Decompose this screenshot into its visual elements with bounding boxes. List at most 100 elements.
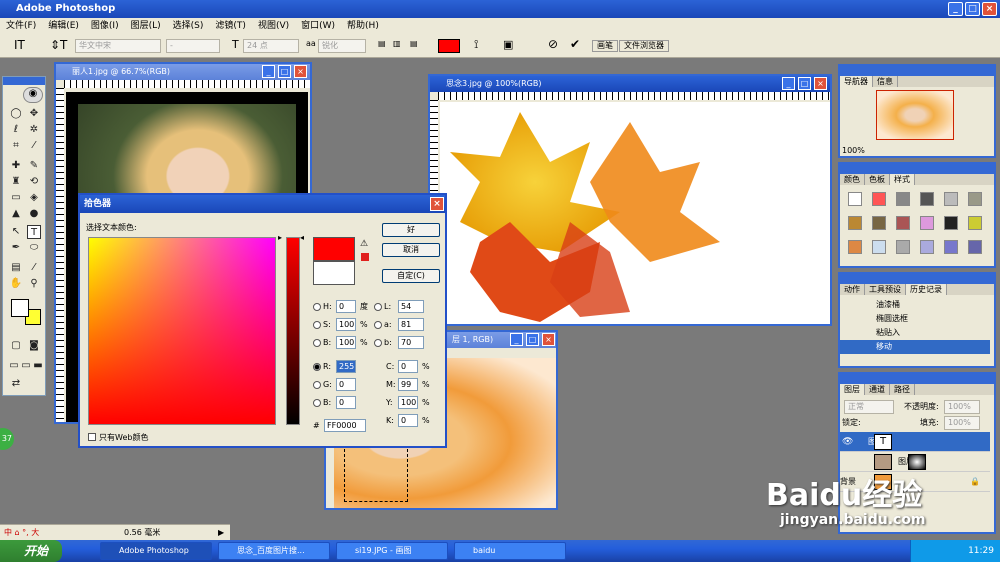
l-field[interactable]: 54: [398, 300, 424, 313]
close-button[interactable]: ×: [982, 2, 997, 16]
fill-field[interactable]: 100%: [944, 416, 980, 430]
start-button[interactable]: 开始: [0, 540, 62, 562]
style-swatch[interactable]: [872, 216, 886, 230]
history-item-active[interactable]: 移动: [840, 340, 990, 354]
crop-tool-icon[interactable]: ⌗: [9, 139, 23, 153]
foreground-color-swatch[interactable]: [11, 299, 29, 317]
slider-left-arrow-icon[interactable]: ▸: [278, 233, 282, 242]
font-size-select[interactable]: 24 点: [243, 39, 299, 53]
b-radio[interactable]: [313, 339, 321, 347]
style-swatch[interactable]: [968, 240, 982, 254]
type-tool-active-icon[interactable]: T: [27, 225, 41, 239]
align-center-icon[interactable]: ▥: [393, 39, 401, 48]
lab-b-radio[interactable]: [374, 339, 382, 347]
notes-tool-icon[interactable]: ▤: [9, 261, 23, 275]
r-field[interactable]: 255: [336, 360, 356, 373]
brush-tool-icon[interactable]: ✎: [27, 159, 41, 173]
layer-row[interactable]: 图层 1: [840, 452, 990, 472]
doc2-minimize-button[interactable]: _: [782, 77, 795, 90]
c-field[interactable]: 0: [398, 360, 418, 373]
paint-bucket-icon[interactable]: ◈: [27, 191, 41, 205]
h-field[interactable]: 0: [336, 300, 356, 313]
gamut-warning-icon[interactable]: ⚠: [360, 239, 368, 249]
quickmask-mode-icon[interactable]: ◙: [27, 339, 41, 353]
tab-navigator[interactable]: 导航器: [840, 76, 873, 87]
k-field[interactable]: 0: [398, 414, 418, 427]
healing-brush-icon[interactable]: ✚: [9, 159, 23, 173]
shape-tool-icon[interactable]: ⬭: [27, 241, 41, 255]
standard-mode-icon[interactable]: ▢: [9, 339, 23, 353]
menu-item[interactable]: 图像(I): [85, 18, 125, 34]
tab-actions[interactable]: 动作: [840, 284, 865, 295]
a-radio[interactable]: [374, 321, 382, 329]
doc1-minimize-button[interactable]: _: [262, 65, 275, 78]
align-right-icon[interactable]: ▤: [410, 39, 418, 48]
tab-history[interactable]: 历史记录: [906, 284, 947, 295]
doc2-maximize-button[interactable]: □: [798, 77, 811, 90]
style-swatch[interactable]: [848, 216, 862, 230]
s-field[interactable]: 100: [336, 318, 356, 331]
menu-item[interactable]: 视图(V): [252, 18, 295, 34]
cancel-icon[interactable]: ⊘: [548, 37, 558, 51]
style-swatch[interactable]: [920, 240, 934, 254]
style-swatch[interactable]: [848, 192, 862, 206]
tab-swatches[interactable]: 色板: [865, 174, 890, 185]
doc2-canvas[interactable]: [440, 102, 830, 324]
clock[interactable]: 11:29: [968, 546, 994, 556]
g-field[interactable]: 0: [336, 378, 356, 391]
navigator-thumbnail[interactable]: [876, 90, 954, 140]
commit-icon[interactable]: ✔: [570, 37, 580, 51]
dodge-tool-icon[interactable]: ●: [27, 207, 41, 221]
doc2-close-button[interactable]: ×: [814, 77, 827, 90]
task-photoshop[interactable]: Adobe Photoshop: [100, 542, 212, 560]
color-slider[interactable]: [286, 237, 300, 425]
type-tool-icon[interactable]: IT: [14, 38, 25, 52]
visibility-eye-icon[interactable]: 👁: [842, 432, 853, 452]
text-orientation-icon[interactable]: ⇕T: [50, 38, 67, 52]
task-folder[interactable]: baidu: [454, 542, 566, 560]
style-swatch[interactable]: [872, 192, 886, 206]
stamp-tool-icon[interactable]: ♜: [9, 175, 23, 189]
pen-tool-icon[interactable]: ✒: [9, 241, 23, 255]
warp-text-icon[interactable]: ⟟: [474, 37, 478, 52]
doc1-close-button[interactable]: ×: [294, 65, 307, 78]
m-field[interactable]: 99: [398, 378, 418, 391]
h-radio[interactable]: [313, 303, 321, 311]
menu-item[interactable]: 选择(S): [167, 18, 210, 34]
path-select-icon[interactable]: ↖: [9, 225, 23, 239]
tab-styles[interactable]: 样式: [890, 174, 915, 185]
bv-radio[interactable]: [313, 399, 321, 407]
style-swatch[interactable]: [944, 192, 958, 206]
menu-item[interactable]: 帮助(H): [341, 18, 385, 34]
style-swatch[interactable]: [896, 192, 910, 206]
document-window-2[interactable]: 思念3.jpg @ 100%(RGB) _ □ ×: [428, 74, 832, 326]
doc3-maximize-button[interactable]: □: [526, 333, 539, 346]
ok-button[interactable]: 好: [382, 223, 440, 237]
menu-item[interactable]: 图层(L): [125, 18, 167, 34]
blur-tool-icon[interactable]: ▲: [9, 207, 23, 221]
tab-brushes[interactable]: 画笔: [592, 40, 618, 52]
layer-row[interactable]: 👁 T 图层 2: [840, 432, 990, 452]
status-arrow-icon[interactable]: ▶: [218, 525, 224, 541]
style-swatch[interactable]: [968, 216, 982, 230]
picker-close-button[interactable]: ×: [430, 197, 444, 211]
menu-item[interactable]: 窗口(W): [295, 18, 341, 34]
screen-mode-3-icon[interactable]: ▬: [31, 359, 45, 373]
doc3-close-button[interactable]: ×: [542, 333, 555, 346]
s-radio[interactable]: [313, 321, 321, 329]
tab-channels[interactable]: 通道: [865, 384, 890, 395]
eyedropper-icon[interactable]: ⁄: [27, 261, 41, 275]
history-brush-icon[interactable]: ⟲: [27, 175, 41, 189]
zoom-tool-icon[interactable]: ⚲: [27, 277, 41, 291]
navigator-zoom[interactable]: 100%: [842, 146, 865, 155]
ime-indicator[interactable]: 中 ⌂ °, 大: [4, 525, 39, 541]
hex-field[interactable]: FF0000: [324, 419, 366, 432]
lab-b-field[interactable]: 70: [398, 336, 424, 349]
style-swatch[interactable]: [968, 192, 982, 206]
style-swatch[interactable]: [920, 192, 934, 206]
palettes-icon[interactable]: ▣: [503, 38, 513, 51]
tab-tool-presets[interactable]: 工具预设: [865, 284, 906, 295]
task-paint[interactable]: si19.JPG - 画图: [336, 542, 448, 560]
r-radio[interactable]: [313, 363, 321, 371]
tab-info[interactable]: 信息: [873, 76, 898, 87]
